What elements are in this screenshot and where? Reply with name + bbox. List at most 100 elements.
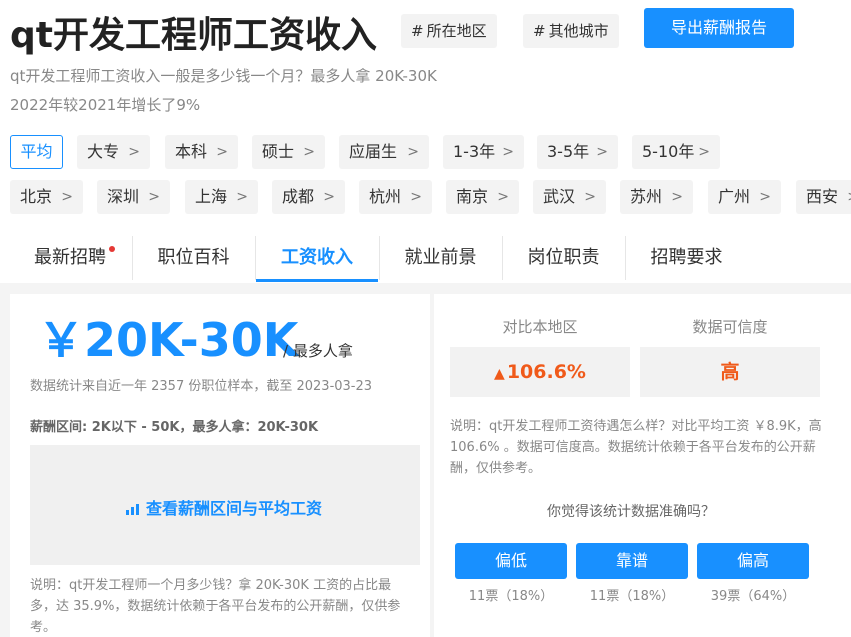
chevron-right-icon: >: [698, 144, 710, 160]
salary-card: ￥20K-30K / 最多人拿 数据统计来自近一年 2357 份职位样本，截至 …: [10, 294, 430, 637]
filter-city-label: 成都: [282, 187, 315, 206]
filter-city-shanghai[interactable]: 上海 >: [185, 180, 258, 214]
filter-level-1-3-years[interactable]: 1-3年 >: [443, 135, 524, 169]
tag-other-cities-label: 其他城市: [548, 22, 609, 40]
filter-city-label: 上海: [195, 187, 228, 206]
tab-label: 招聘要求: [650, 247, 723, 268]
filter-level-graduate[interactable]: 应届生 >: [339, 135, 429, 169]
tag-other-cities-button[interactable]: # 其他城市: [523, 14, 619, 48]
salary-note: 说明：qt开发工程师一个月多少钱？拿 20K-30K 工资的占比最多，达 35.…: [30, 578, 401, 635]
chevron-right-icon: >: [216, 144, 228, 160]
filter-level-label: 应届生: [349, 142, 398, 161]
filter-level-label: 大专: [87, 142, 120, 161]
summary-line-2: 2022年较2021年增长了9%: [10, 96, 201, 114]
vote-high-count: 39票（64%）: [710, 589, 796, 604]
page-title: qt开发工程师工资收入: [10, 15, 377, 56]
chevron-right-icon: >: [596, 144, 608, 160]
vote-accurate-button[interactable]: 靠谱: [576, 543, 688, 579]
filter-city-guangzhou[interactable]: 广州 >: [708, 180, 781, 214]
chevron-right-icon: >: [303, 144, 315, 160]
sample-stats: 数据统计来自近一年 2357 份职位样本，截至 2023-03-23: [30, 379, 373, 394]
filter-city-label: 杭州: [369, 187, 402, 206]
tab-label: 工资收入: [281, 247, 353, 268]
filter-city-shenzhen[interactable]: 深圳 >: [97, 180, 170, 214]
tab-job-encyclopedia[interactable]: 职位百科: [133, 236, 254, 282]
tab-label: 最新招聘: [34, 247, 106, 268]
new-indicator-dot: [109, 246, 115, 252]
hash-icon: #: [533, 22, 546, 40]
level-filter-row: 平均 大专 > 本科 > 硕士 > 应届生 > 1-3年 > 3-5年 > 5-10年 >: [10, 135, 851, 169]
chevron-right-icon: >: [407, 144, 419, 160]
chevron-right-icon: >: [410, 189, 422, 205]
bar-chart-icon: [126, 504, 139, 515]
chevron-right-icon: >: [497, 189, 509, 205]
arrow-up-icon: ▲: [494, 366, 505, 382]
compare-local-label: 对比本地区: [502, 318, 578, 336]
chevron-right-icon: >: [759, 189, 771, 205]
filter-level-junior-college[interactable]: 大专 >: [77, 135, 150, 169]
filter-level-bachelor[interactable]: 本科 >: [165, 135, 238, 169]
section-tabs: 最新招聘 职位百科 工资收入 就业前景 岗位职责 招聘要求: [10, 236, 851, 282]
summary-line-1: qt开发工程师工资收入一般是多少钱一个月？最多人拿 20K-30K: [10, 67, 437, 85]
export-report-button[interactable]: 导出薪酬报告: [644, 8, 794, 48]
tab-job-duties[interactable]: 岗位职责: [503, 236, 624, 282]
filter-level-5-10-years[interactable]: 5-10年 >: [632, 135, 720, 169]
filter-city-wuhan[interactable]: 武汉 >: [533, 180, 606, 214]
filter-level-label: 本科: [175, 142, 208, 161]
filter-city-nanjing[interactable]: 南京 >: [446, 180, 519, 214]
chevron-right-icon: >: [671, 189, 683, 205]
filter-city-label: 苏州: [630, 187, 663, 206]
filter-level-average[interactable]: 平均: [10, 135, 63, 169]
salary-chart-placeholder[interactable]: 查看薪酬区间与平均工资: [30, 445, 420, 565]
chevron-right-icon: >: [61, 189, 73, 205]
filter-level-label: 硕士: [262, 142, 295, 161]
compare-local-value-box: ▲ 106.6%: [450, 347, 630, 397]
vote-low-button[interactable]: 偏低: [455, 543, 567, 579]
compare-card: 对比本地区 数据可信度 ▲ 106.6% 高 说明：qt开发工程师工资待遇怎么样？…: [434, 294, 851, 637]
filter-level-label: 1-3年: [453, 142, 496, 161]
view-salary-range-link[interactable]: 查看薪酬区间与平均工资: [126, 495, 322, 519]
vote-high-button[interactable]: 偏高: [697, 543, 809, 579]
filter-city-label: 南京: [456, 187, 489, 206]
filter-city-label: 北京: [20, 187, 53, 206]
credibility-label: 数据可信度: [692, 318, 768, 336]
filter-city-suzhou[interactable]: 苏州 >: [620, 180, 693, 214]
chevron-right-icon: >: [323, 189, 335, 205]
salary-range: 薪酬区间: 2K以下 - 50K，最多人拿：20K-30K: [30, 420, 319, 435]
filter-level-label: 5-10年: [642, 142, 695, 161]
page-header: qt开发工程师工资收入 # 所在地区 # 其他城市 导出薪酬报告: [10, 4, 851, 56]
tab-latest-jobs[interactable]: 最新招聘: [10, 236, 130, 282]
vote-accurate-count: 11票（18%）: [589, 589, 675, 604]
tab-label: 职位百科: [157, 247, 230, 268]
salary-unit: / 最多人拿: [283, 342, 353, 360]
credibility-value: 高: [720, 361, 740, 383]
tab-career-prospects[interactable]: 就业前景: [380, 236, 501, 282]
chevron-right-icon: >: [148, 189, 160, 205]
tab-salary-income[interactable]: 工资收入: [256, 236, 378, 282]
chevron-right-icon: >: [128, 144, 140, 160]
chevron-right-icon: >: [502, 144, 514, 160]
chevron-right-icon: >: [584, 189, 596, 205]
credibility-value-box: 高: [640, 347, 820, 397]
vote-low-count: 11票（18%）: [468, 589, 554, 604]
filter-level-master[interactable]: 硕士 >: [252, 135, 325, 169]
salary-amount: ￥20K-30K: [38, 313, 299, 367]
filter-city-chengdu[interactable]: 成都 >: [272, 180, 345, 214]
chevron-right-icon: >: [236, 189, 248, 205]
filter-city-beijing[interactable]: 北京 >: [10, 180, 83, 214]
hash-icon: #: [411, 22, 424, 40]
filter-city-label: 武汉: [543, 187, 576, 206]
tab-label: 岗位职责: [527, 247, 600, 268]
tag-region-label: 所在地区: [426, 22, 487, 40]
filter-level-label: 3-5年: [547, 142, 590, 161]
filter-level-3-5-years[interactable]: 3-5年 >: [537, 135, 618, 169]
view-salary-range-label: 查看薪酬区间与平均工资: [146, 499, 323, 518]
filter-city-xian[interactable]: 西安 >: [796, 180, 851, 214]
filter-city-label: 西安: [806, 187, 839, 206]
tag-region-button[interactable]: # 所在地区: [401, 14, 497, 48]
chevron-right-icon: >: [847, 180, 851, 214]
compare-note: 说明：qt开发工程师工资待遇怎么样？对比平均工资 ￥8.9K，高 106.6% …: [450, 419, 822, 476]
vote-question: 你觉得该统计数据准确吗？: [547, 504, 715, 520]
filter-city-hangzhou[interactable]: 杭州 >: [359, 180, 432, 214]
tab-job-requirements[interactable]: 招聘要求: [626, 236, 747, 282]
